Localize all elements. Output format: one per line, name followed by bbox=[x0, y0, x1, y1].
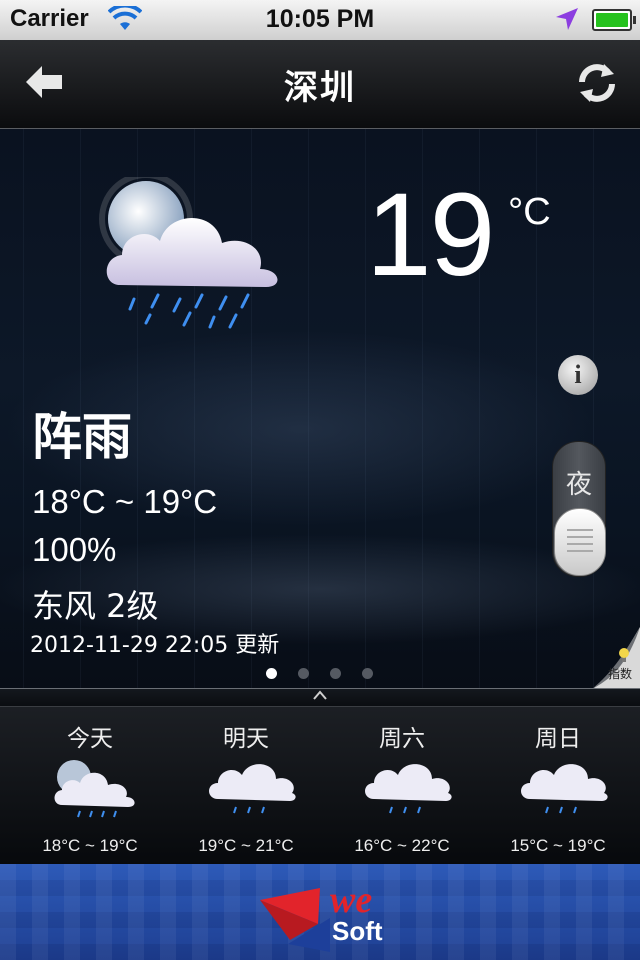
day-night-toggle[interactable]: 夜 bbox=[552, 441, 606, 577]
page-indicator[interactable] bbox=[266, 664, 394, 679]
ad-banner[interactable]: we Soft bbox=[0, 864, 640, 960]
index-label: 指数 bbox=[608, 667, 633, 681]
forecast-strip: 今天 18°C ~ 19°C 明天 19°C ~ 21°C 周六 16°C ~ … bbox=[0, 706, 640, 865]
refresh-icon[interactable] bbox=[574, 60, 620, 106]
current-temperature: 19 bbox=[366, 169, 495, 301]
wind: 东风 2级 bbox=[32, 587, 159, 625]
page-dot[interactable] bbox=[330, 668, 341, 679]
day-night-label: 夜 bbox=[565, 470, 592, 500]
page-dot[interactable] bbox=[362, 668, 373, 679]
toggle-knob[interactable] bbox=[554, 508, 606, 576]
forecast-day-name: 今天 bbox=[67, 726, 113, 752]
page-dot[interactable] bbox=[298, 668, 309, 679]
forecast-range: 19°C ~ 21°C bbox=[198, 836, 294, 855]
moon-cloud-rain-icon bbox=[99, 177, 278, 329]
nav-bar: 深圳 bbox=[0, 40, 640, 129]
humidity: 100% bbox=[32, 531, 117, 568]
forecast-day[interactable]: 周日 15°C ~ 19°C bbox=[480, 707, 636, 865]
bulb-icon bbox=[619, 648, 629, 662]
forecast-day[interactable]: 今天 18°C ~ 19°C bbox=[12, 707, 168, 865]
status-time: 10:05 PM bbox=[265, 5, 375, 33]
update-time: 2012-11-29 22:05 更新 bbox=[30, 633, 280, 658]
cloud-rain-icon bbox=[365, 764, 452, 814]
forecast-day[interactable]: 明天 19°C ~ 21°C bbox=[168, 707, 324, 865]
forecast-day-name: 周六 bbox=[379, 726, 425, 752]
temperature-range: 18°C ~ 19°C bbox=[32, 483, 218, 520]
weather-condition: 阵雨 bbox=[32, 408, 132, 466]
logo-soft-text: Soft bbox=[332, 916, 383, 946]
current-weather-panel[interactable]: 19 °C i 夜 阵雨 18°C ~ 19°C 100% 东风 2级 2012… bbox=[0, 129, 640, 688]
temperature-unit: °C bbox=[508, 191, 551, 233]
location-arrow-icon bbox=[556, 8, 578, 30]
battery-fill bbox=[596, 13, 628, 27]
page-dot[interactable] bbox=[266, 668, 277, 679]
forecast-range: 16°C ~ 22°C bbox=[354, 836, 450, 855]
forecast-day-name: 周日 bbox=[535, 726, 581, 752]
forecast-day[interactable]: 周六 16°C ~ 22°C bbox=[324, 707, 480, 865]
forecast-day-name: 明天 bbox=[223, 726, 269, 752]
battery-icon bbox=[592, 9, 636, 31]
status-bar: Carrier 10:05 PM bbox=[0, 0, 640, 40]
moon-cloud-rain-icon bbox=[54, 760, 135, 818]
forecast-range: 18°C ~ 19°C bbox=[42, 836, 138, 855]
battery-tip bbox=[633, 16, 636, 24]
city-title: 深圳 bbox=[284, 68, 356, 108]
cloud-rain-icon bbox=[209, 764, 296, 814]
cloud-rain-icon bbox=[521, 764, 608, 814]
info-icon[interactable]: i bbox=[558, 355, 598, 395]
forecast-range: 15°C ~ 19°C bbox=[510, 836, 606, 855]
chevron-up-icon[interactable] bbox=[312, 688, 328, 702]
